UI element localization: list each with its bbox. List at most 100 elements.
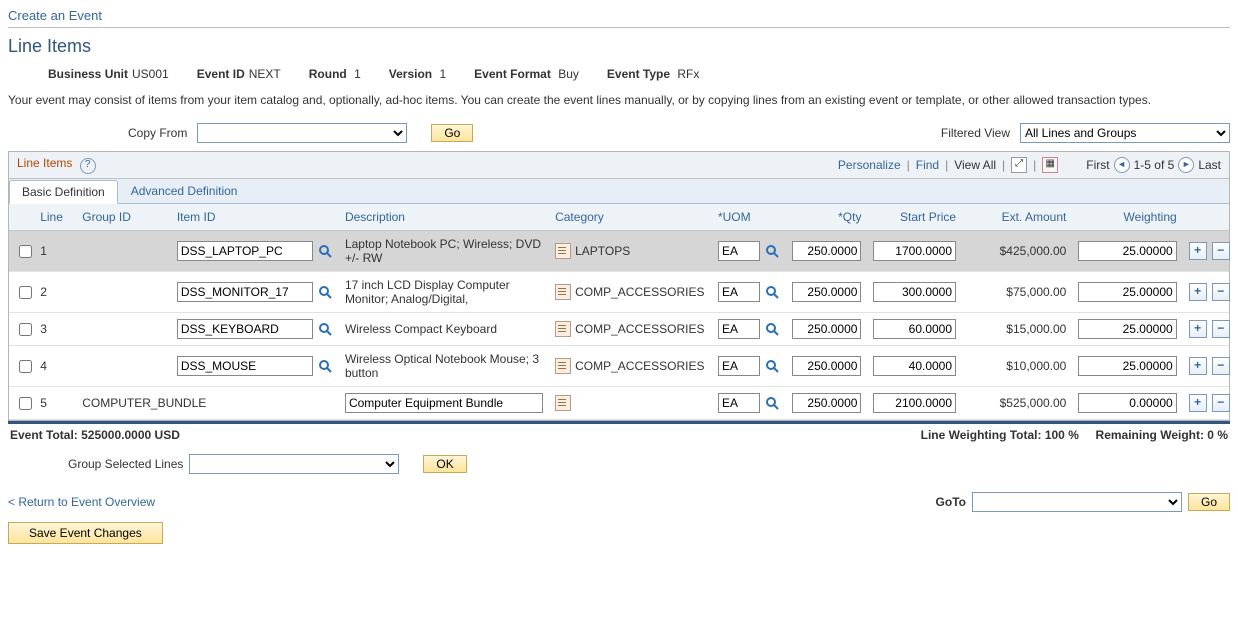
- viewall-link[interactable]: View All: [954, 158, 996, 172]
- category-icon[interactable]: [555, 395, 571, 411]
- category-icon[interactable]: [555, 243, 571, 259]
- startprice-input[interactable]: [873, 282, 956, 302]
- lookup-icon[interactable]: [764, 243, 780, 259]
- weighting-input[interactable]: [1078, 393, 1176, 413]
- create-event-link[interactable]: Create an Event: [8, 8, 102, 23]
- col-extamount[interactable]: Ext. Amount: [962, 204, 1072, 231]
- row-checkbox[interactable]: [19, 397, 32, 410]
- lookup-icon[interactable]: [317, 321, 333, 337]
- download-icon[interactable]: ▦: [1042, 157, 1058, 173]
- itemid-input[interactable]: [177, 356, 313, 376]
- tab-advanced-definition[interactable]: Advanced Definition: [118, 179, 251, 203]
- weighting-input[interactable]: [1078, 319, 1176, 339]
- col-weighting[interactable]: Weighting: [1072, 204, 1182, 231]
- startprice-input[interactable]: [873, 393, 956, 413]
- col-description[interactable]: Description: [339, 204, 549, 231]
- zoom-icon[interactable]: ⤢: [1011, 157, 1027, 173]
- weighting-input[interactable]: [1078, 241, 1176, 261]
- delete-row-button[interactable]: −: [1212, 242, 1230, 260]
- row-checkbox[interactable]: [19, 245, 32, 258]
- extamount-text: $75,000.00: [962, 272, 1072, 313]
- col-category[interactable]: Category: [549, 204, 712, 231]
- prev-icon[interactable]: ◄: [1114, 157, 1130, 173]
- qty-input[interactable]: [792, 393, 862, 413]
- delete-row-button[interactable]: −: [1212, 320, 1230, 338]
- description-text: 17 inch LCD Display Computer Monitor; An…: [345, 278, 510, 306]
- personalize-link[interactable]: Personalize: [838, 158, 901, 172]
- group-ok-button[interactable]: OK: [423, 455, 466, 473]
- line-number: 2: [34, 272, 76, 313]
- lookup-icon[interactable]: [317, 358, 333, 374]
- uom-input[interactable]: [718, 393, 760, 413]
- row-checkbox[interactable]: [19, 286, 32, 299]
- category-text: COMP_ACCESSORIES: [575, 322, 704, 336]
- category-icon[interactable]: [555, 358, 571, 374]
- goto-select[interactable]: [972, 492, 1182, 512]
- add-row-button[interactable]: +: [1189, 394, 1207, 412]
- col-startprice[interactable]: Start Price: [867, 204, 962, 231]
- weighting-input[interactable]: [1078, 356, 1176, 376]
- row-checkbox[interactable]: [19, 323, 32, 336]
- group-selected-row: Group Selected Lines OK: [68, 454, 1230, 474]
- lookup-icon[interactable]: [764, 284, 780, 300]
- help-text: Your event may consist of items from you…: [8, 93, 1230, 107]
- col-itemid[interactable]: Item ID: [171, 204, 339, 231]
- next-icon[interactable]: ►: [1178, 157, 1194, 173]
- category-text: COMP_ACCESSORIES: [575, 285, 704, 299]
- lookup-icon[interactable]: [317, 243, 333, 259]
- event-meta: Business UnitUS001 Event IDNEXT Round 1 …: [48, 67, 1230, 81]
- startprice-input[interactable]: [873, 356, 956, 376]
- col-uom[interactable]: *UOM: [712, 204, 786, 231]
- itemid-input[interactable]: [177, 319, 313, 339]
- qty-input[interactable]: [792, 241, 862, 261]
- filteredview-select[interactable]: All Lines and Groups: [1020, 123, 1230, 143]
- category-icon[interactable]: [555, 321, 571, 337]
- lookup-icon[interactable]: [764, 321, 780, 337]
- col-groupid[interactable]: Group ID: [76, 204, 171, 231]
- find-link[interactable]: Find: [916, 158, 939, 172]
- row-checkbox[interactable]: [19, 360, 32, 373]
- add-row-button[interactable]: +: [1189, 242, 1207, 260]
- goto-button[interactable]: Go: [1188, 493, 1230, 511]
- col-qty[interactable]: *Qty: [786, 204, 868, 231]
- copyfrom-go-button[interactable]: Go: [431, 124, 473, 142]
- event-total: Event Total: 525000.0000 USD: [10, 428, 180, 442]
- goto-label: GoTo: [936, 495, 966, 509]
- delete-row-button[interactable]: −: [1212, 283, 1230, 301]
- col-line[interactable]: Line: [34, 204, 76, 231]
- lookup-icon[interactable]: [764, 358, 780, 374]
- uom-input[interactable]: [718, 356, 760, 376]
- uom-input[interactable]: [718, 319, 760, 339]
- add-row-button[interactable]: +: [1189, 320, 1207, 338]
- eventtype-value: RFx: [677, 67, 699, 81]
- itemid-input[interactable]: [177, 282, 313, 302]
- lookup-icon[interactable]: [764, 395, 780, 411]
- tab-basic-definition[interactable]: Basic Definition: [9, 180, 118, 204]
- qty-input[interactable]: [792, 319, 862, 339]
- startprice-input[interactable]: [873, 319, 956, 339]
- add-row-button[interactable]: +: [1189, 283, 1207, 301]
- delete-row-button[interactable]: −: [1212, 357, 1230, 375]
- page-title: Line Items: [8, 36, 1230, 57]
- qty-input[interactable]: [792, 356, 862, 376]
- uom-input[interactable]: [718, 241, 760, 261]
- weighting-input[interactable]: [1078, 282, 1176, 302]
- uom-input[interactable]: [718, 282, 760, 302]
- category-icon[interactable]: [555, 284, 571, 300]
- startprice-input[interactable]: [873, 241, 956, 261]
- qty-input[interactable]: [792, 282, 862, 302]
- line-items-table: Line Group ID Item ID Description Catego…: [9, 204, 1229, 420]
- group-selected-select[interactable]: [189, 454, 399, 474]
- extamount-text: $425,000.00: [962, 231, 1072, 272]
- table-row: 2 17 inch LCD Display Computer Monitor; A…: [9, 272, 1229, 313]
- round-value: 1: [354, 67, 361, 81]
- description-input[interactable]: [345, 393, 543, 413]
- lookup-icon[interactable]: [317, 284, 333, 300]
- save-event-button[interactable]: Save Event Changes: [8, 522, 163, 544]
- add-row-button[interactable]: +: [1189, 357, 1207, 375]
- return-link[interactable]: < Return to Event Overview: [8, 495, 155, 509]
- help-icon[interactable]: ?: [80, 158, 96, 174]
- copyfrom-select[interactable]: [197, 123, 407, 143]
- delete-row-button[interactable]: −: [1212, 394, 1230, 412]
- itemid-input[interactable]: [177, 241, 313, 261]
